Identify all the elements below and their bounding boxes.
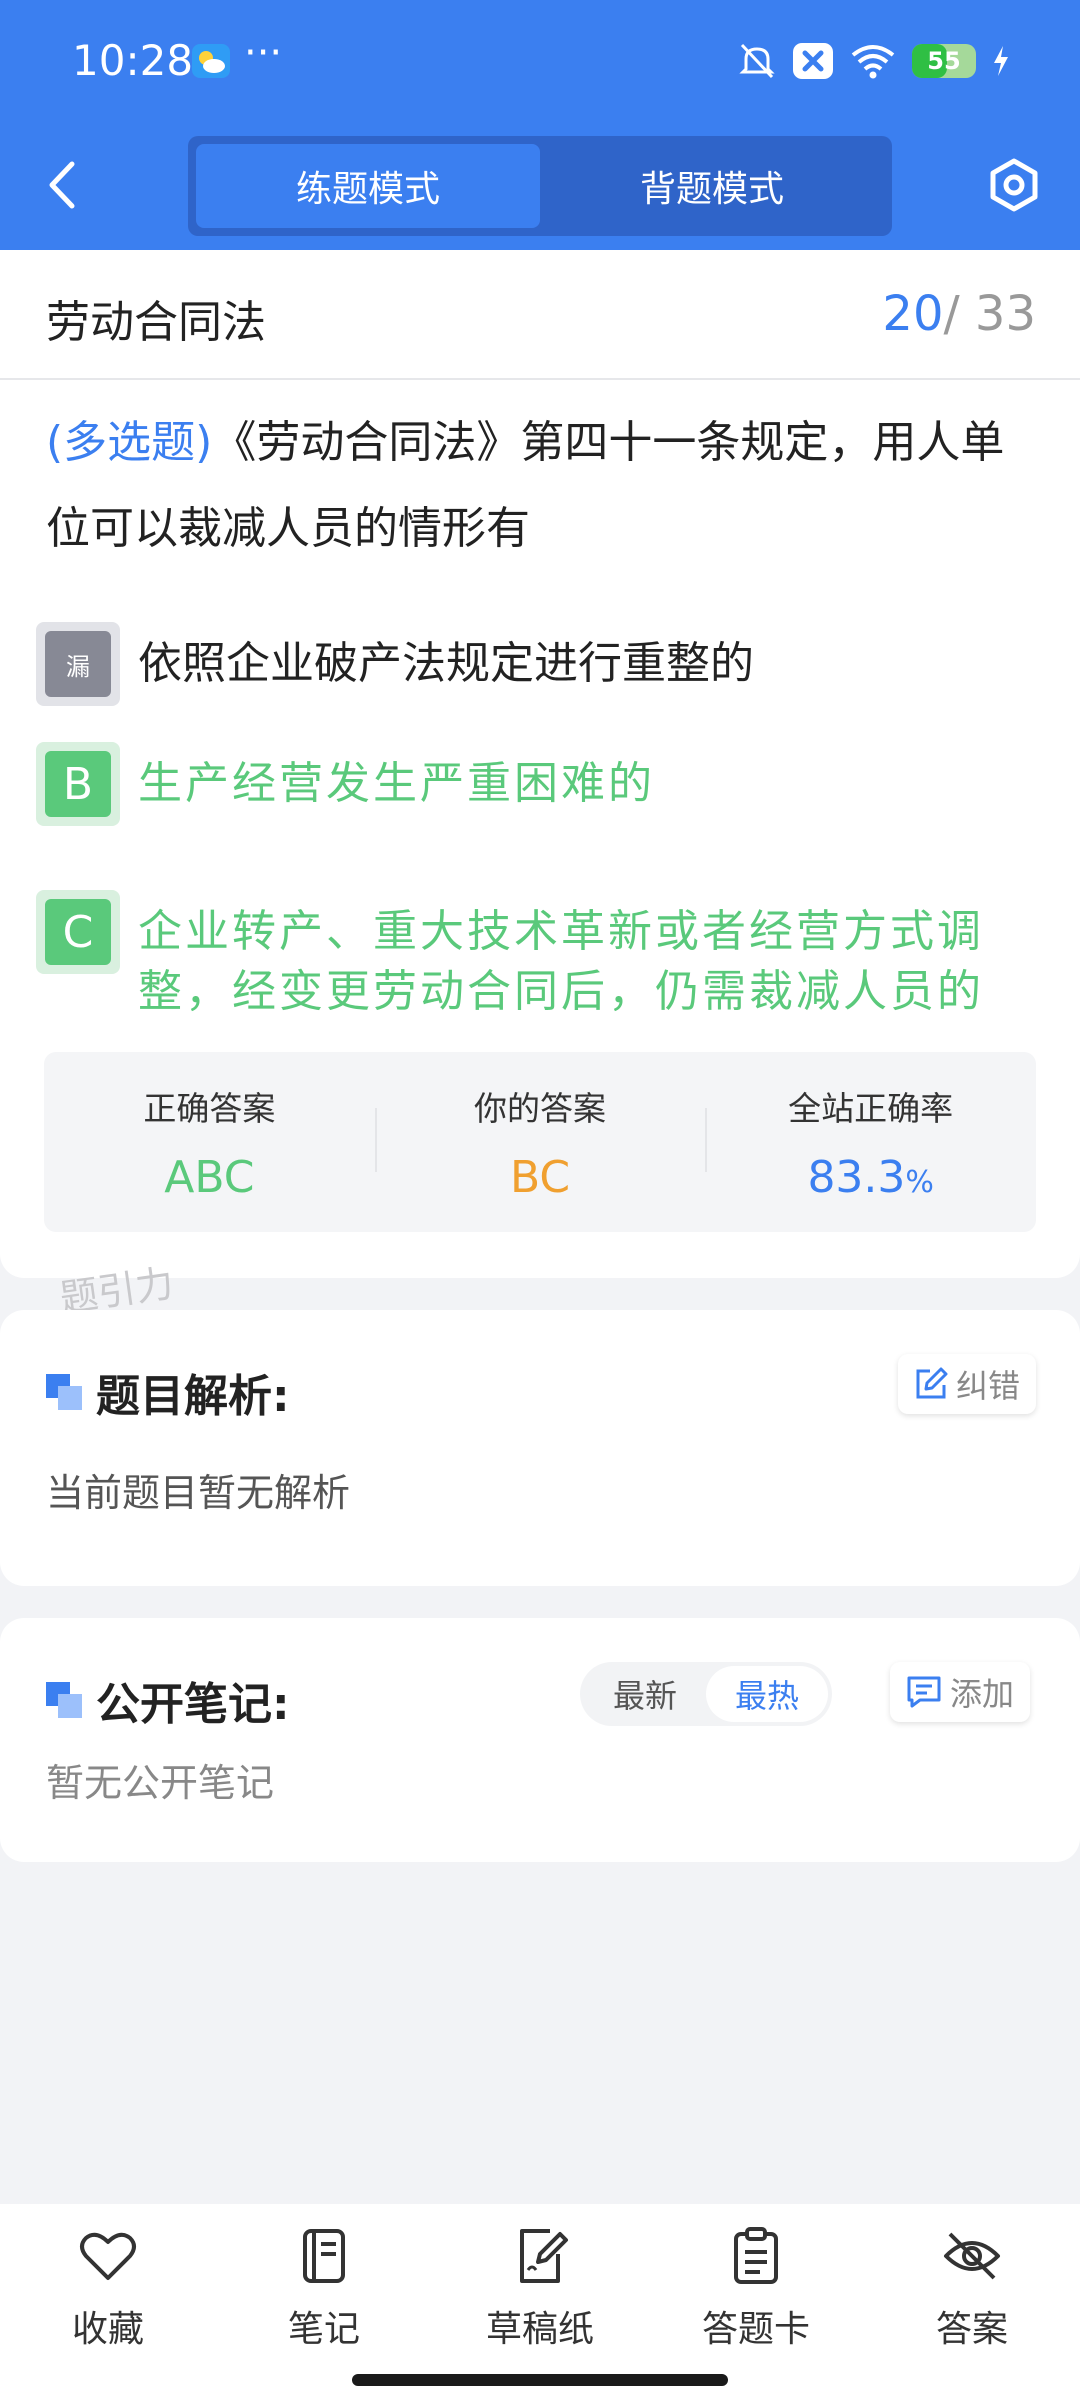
mute-bell-icon <box>739 43 775 79</box>
home-indicator[interactable] <box>352 2374 728 2386</box>
charging-icon <box>994 46 1008 76</box>
option-c[interactable]: C 企业转产、重大技术革新或者经营方式调整，经变更劳动合同后，仍需裁减人员的 <box>36 890 1046 1022</box>
nav-answer-card-label: 答题卡 <box>701 2309 810 2350</box>
status-time: 10:28 <box>72 36 194 85</box>
option-badge-correct: C <box>36 890 120 974</box>
answer-summary: 正确答案 ABC 你的答案 BC 全站正确率 83.3% <box>44 1052 1036 1232</box>
nav-favorite-label: 收藏 <box>71 2309 144 2350</box>
draft-paper-icon <box>520 2229 568 2283</box>
analysis-title-text: 题目解析: <box>96 1371 290 1422</box>
status-more-dots: ··· <box>244 30 283 76</box>
settings-icon[interactable] <box>986 157 1042 213</box>
heart-icon <box>80 2232 136 2280</box>
report-error-label: 纠错 <box>956 1367 1021 1405</box>
mode-tabs: 练题模式 背题模式 <box>188 136 892 236</box>
option-b[interactable]: B 生产经营发生严重困难的 <box>36 742 1046 826</box>
question-counter: 20/ 33 <box>882 286 1036 342</box>
tab-practice-mode[interactable]: 练题模式 <box>196 144 540 228</box>
section-squares-icon <box>46 1682 82 1718</box>
edit-icon <box>916 1367 948 1399</box>
add-note-label: 添加 <box>950 1675 1015 1713</box>
clipboard-icon <box>734 2227 778 2284</box>
site-accuracy-block: 全站正确率 83.3% <box>705 1052 1036 1232</box>
option-text: 生产经营发生严重困难的 <box>138 758 655 809</box>
nav-answer-label: 答案 <box>935 2309 1008 2350</box>
wifi-icon <box>851 45 895 79</box>
section-title: 劳动合同法 <box>46 297 266 348</box>
status-icons: 55 <box>738 40 1010 82</box>
battery-level: 55 <box>927 47 961 75</box>
correct-answer-label: 正确答案 <box>143 1089 276 1128</box>
analysis-card: 题目解析: 纠错 当前题目暂无解析 <box>0 1310 1080 1586</box>
comment-icon <box>907 1676 941 1708</box>
option-text: 企业转产、重大技术革新或者经营方式调整，经变更劳动合同后，仍需裁减人员的 <box>138 906 984 1017</box>
notes-title-text: 公开笔记: <box>96 1679 290 1730</box>
section-squares-icon <box>46 1374 82 1410</box>
notes-body: 暂无公开笔记 <box>46 1761 275 1805</box>
app-header: 10:28 ··· 55 练题模式 背题模式 <box>0 0 1080 250</box>
notes-card: 公开笔记: 最新 最热 添加 暂无公开笔记 <box>0 1618 1080 1862</box>
sort-latest[interactable]: 最新 <box>584 1666 706 1722</box>
correct-answer-block: 正确答案 ABC <box>44 1052 375 1232</box>
question-type: (多选题) <box>46 417 213 468</box>
site-accuracy-number: 83.3 <box>807 1152 906 1203</box>
analysis-body: 当前题目暂无解析 <box>46 1471 351 1515</box>
option-badge-missed: 漏 <box>36 622 120 706</box>
nav-answer[interactable]: 答案 <box>882 2226 1062 2352</box>
battery-indicator: 55 <box>912 44 976 78</box>
site-accuracy-label: 全站正确率 <box>788 1089 954 1128</box>
nav-notes[interactable]: 笔记 <box>234 2226 414 2352</box>
back-arrow-icon[interactable] <box>40 156 86 214</box>
site-accuracy-value: 83.3% <box>807 1152 933 1203</box>
sort-hottest[interactable]: 最热 <box>706 1666 828 1722</box>
weather-icon <box>192 44 230 78</box>
current-question-number: 20 <box>882 286 944 342</box>
nav-answer-card[interactable]: 答题卡 <box>666 2226 846 2352</box>
section-title-row: 劳动合同法 20/ 33 <box>0 250 1080 380</box>
tab-memorize-mode[interactable]: 背题模式 <box>540 144 884 228</box>
correct-answer-value: ABC <box>164 1152 255 1203</box>
option-badge-label: B <box>45 751 111 817</box>
option-badge-correct: B <box>36 742 120 826</box>
total-questions: / 33 <box>943 286 1036 342</box>
your-answer-value: BC <box>509 1152 571 1203</box>
option-a[interactable]: 漏 依照企业破产法规定进行重整的 <box>36 622 1046 706</box>
question-card: 劳动合同法 20/ 33 (多选题)《劳动合同法》第四十一条规定，用人单位可以裁… <box>0 250 1080 1278</box>
nav-notes-label: 笔记 <box>287 2309 360 2350</box>
add-note-button[interactable]: 添加 <box>890 1662 1031 1722</box>
option-badge-label: C <box>45 899 111 965</box>
notebook-icon <box>303 2229 345 2283</box>
option-text: 依照企业破产法规定进行重整的 <box>138 638 754 689</box>
bottom-toolbar: 收藏 笔记 草稿纸 答题卡 答案 <box>0 2204 1080 2400</box>
option-badge-label: 漏 <box>45 631 111 697</box>
status-bar: 10:28 ··· 55 <box>0 0 1080 126</box>
report-error-button[interactable]: 纠错 <box>898 1354 1037 1414</box>
site-accuracy-unit: % <box>905 1165 934 1200</box>
notes-title: 公开笔记: <box>46 1668 290 1732</box>
your-answer-block: 你的答案 BC <box>374 1052 706 1232</box>
nav-draft-paper[interactable]: 草稿纸 <box>450 2226 630 2352</box>
eye-off-icon <box>944 2232 1000 2280</box>
notes-sort-toggle: 最新 最热 <box>580 1662 832 1726</box>
nav-draft-paper-label: 草稿纸 <box>485 2309 594 2350</box>
question-text: (多选题)《劳动合同法》第四十一条规定，用人单位可以裁减人员的情形有 <box>46 400 1042 572</box>
nav-favorite[interactable]: 收藏 <box>18 2226 198 2352</box>
analysis-title: 题目解析: <box>46 1360 290 1424</box>
app-notification-icon <box>793 43 833 79</box>
your-answer-label: 你的答案 <box>474 1089 606 1128</box>
